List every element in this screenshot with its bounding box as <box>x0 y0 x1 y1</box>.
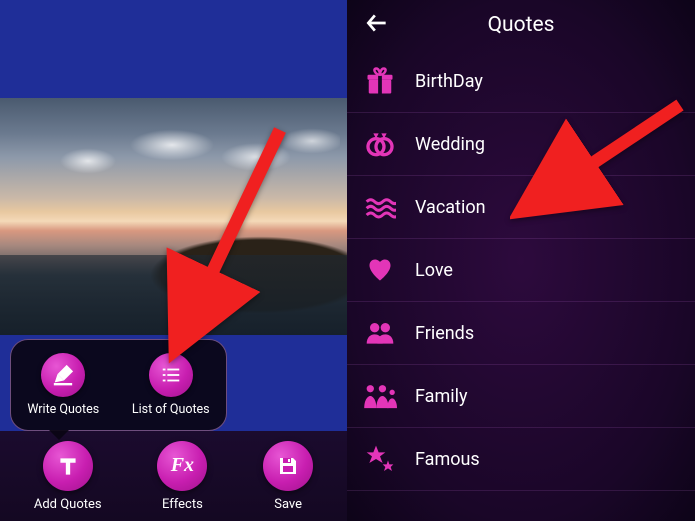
category-label: Family <box>415 386 468 407</box>
categories-list: BirthDay Wedding Vacation Love Friends Family… <box>347 50 695 491</box>
effects-button[interactable]: Fx Effects <box>157 441 207 512</box>
list-quotes-label: List of Quotes <box>132 402 210 417</box>
write-quotes-button[interactable]: Write Quotes <box>27 353 99 417</box>
category-item-vacation[interactable]: Vacation <box>347 176 695 239</box>
category-item-friends[interactable]: Friends <box>347 302 695 365</box>
back-button[interactable] <box>359 5 395 45</box>
waves-icon <box>363 190 397 224</box>
list-quotes-button[interactable]: List of Quotes <box>132 353 210 417</box>
text-icon <box>43 441 93 491</box>
stars-icon <box>363 442 397 476</box>
add-quotes-button[interactable]: Add Quotes <box>34 441 102 512</box>
heart-icon <box>363 253 397 287</box>
quotes-categories-panel: Quotes BirthDay Wedding Vacation Love Friend… <box>347 0 695 521</box>
add-quotes-label: Add Quotes <box>34 497 102 512</box>
gift-icon <box>363 64 397 98</box>
category-item-love[interactable]: Love <box>347 239 695 302</box>
rings-icon <box>363 127 397 161</box>
category-item-famous[interactable]: Famous <box>347 428 695 491</box>
letterbox-top <box>0 0 347 98</box>
arrow-left-icon <box>364 10 390 36</box>
fx-icon: Fx <box>157 441 207 491</box>
write-quotes-label: Write Quotes <box>27 402 99 417</box>
save-label: Save <box>274 497 302 512</box>
category-label: Famous <box>415 449 480 470</box>
editor-panel: Write Quotes List of Quotes Add <box>0 0 347 521</box>
category-label: BirthDay <box>415 71 483 92</box>
quotes-header: Quotes <box>347 0 695 50</box>
family-icon <box>363 379 397 413</box>
category-label: Friends <box>415 323 474 344</box>
effects-label: Effects <box>162 497 203 512</box>
screenshot-container: Write Quotes List of Quotes Add <box>0 0 695 521</box>
category-label: Love <box>415 260 453 281</box>
list-icon <box>149 353 193 397</box>
quotes-title: Quotes <box>488 13 555 37</box>
friends-icon <box>363 316 397 350</box>
bottom-toolbar: Add Quotes Fx Effects Save <box>0 431 347 521</box>
category-item-wedding[interactable]: Wedding <box>347 113 695 176</box>
category-label: Vacation <box>415 197 486 218</box>
category-label: Wedding <box>415 134 485 155</box>
quotes-popup: Write Quotes List of Quotes <box>10 339 227 431</box>
category-item-birthday[interactable]: BirthDay <box>347 50 695 113</box>
photo-preview[interactable] <box>0 98 347 335</box>
save-button[interactable]: Save <box>263 441 313 512</box>
pencil-icon <box>41 353 85 397</box>
category-item-family[interactable]: Family <box>347 365 695 428</box>
save-icon <box>263 441 313 491</box>
